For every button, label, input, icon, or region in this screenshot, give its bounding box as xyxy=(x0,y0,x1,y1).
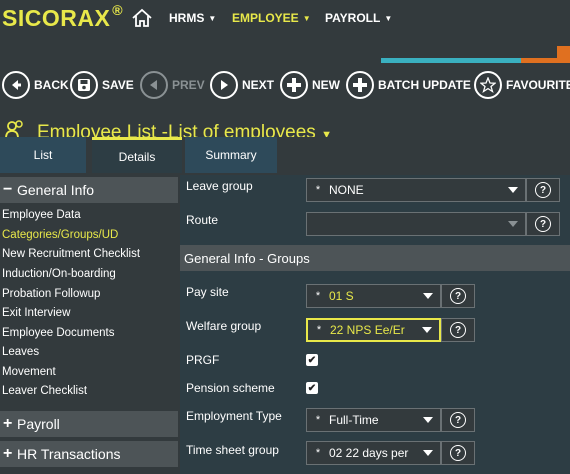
chevron-down-icon xyxy=(501,187,525,193)
back-button[interactable]: BACK xyxy=(2,66,69,104)
sidebar-item-probation-followup[interactable]: Probation Followup xyxy=(2,288,100,300)
tab-list[interactable]: List xyxy=(0,137,86,173)
sidebar-item-new-recruitment-checklist[interactable]: New Recruitment Checklist xyxy=(2,248,140,260)
accent-strip-orange-bar xyxy=(521,58,570,63)
help-icon: ? xyxy=(450,322,466,338)
leave-group-help-button[interactable]: ? xyxy=(526,178,560,202)
leave-group-label: Leave group xyxy=(186,179,253,193)
leave-group-select[interactable]: * NONE xyxy=(306,178,526,202)
help-icon: ? xyxy=(450,445,466,461)
pay-site-label: Pay site xyxy=(186,285,229,299)
help-icon: ? xyxy=(535,216,551,232)
route-label: Route xyxy=(186,213,219,227)
next-button[interactable]: NEXT xyxy=(210,66,274,104)
arrow-prev-icon xyxy=(140,71,168,99)
details-form: Leave group * NONE ? Route ? General Inf… xyxy=(180,175,570,474)
route-select[interactable] xyxy=(306,212,526,236)
save-icon xyxy=(70,71,98,99)
chevron-down-icon xyxy=(416,417,440,423)
prgf-checkbox[interactable]: ✔ xyxy=(306,354,318,366)
home-icon[interactable] xyxy=(131,8,153,28)
route-help-button[interactable]: ? xyxy=(526,212,560,236)
minus-icon: − xyxy=(3,181,13,198)
help-icon: ? xyxy=(450,412,466,428)
page-title: Employee List -List of employees ▼ xyxy=(4,115,570,137)
nav-hrms[interactable]: HRMS ▼ xyxy=(169,11,216,25)
plus-icon: + xyxy=(3,415,13,432)
tab-details[interactable]: Details xyxy=(92,137,182,173)
chevron-down-icon xyxy=(415,327,439,333)
app-logo[interactable]: SICORAX ® xyxy=(2,2,123,32)
sidebar-item-employee-documents[interactable]: Employee Documents xyxy=(2,327,115,339)
sidebar-item-induction[interactable]: Induction/On-boarding xyxy=(2,268,116,280)
arrow-left-icon xyxy=(2,71,30,99)
welfare-group-help-button[interactable]: ? xyxy=(441,318,475,342)
chevron-down-icon xyxy=(416,450,440,456)
chevron-down-icon: ▼ xyxy=(302,14,311,23)
star-icon xyxy=(474,71,502,99)
time-sheet-group-label: Time sheet group xyxy=(186,443,279,457)
chevron-down-icon xyxy=(416,293,440,299)
top-bar: SICORAX ® HRMS ▼ EMPLOYEE ▼ PAYROLL ▼ xyxy=(0,0,570,36)
page-title-text[interactable]: Employee List -List of employees ▼ xyxy=(37,122,332,137)
users-icon xyxy=(5,120,23,137)
nav-employee[interactable]: EMPLOYEE ▼ xyxy=(232,11,311,25)
new-button[interactable]: NEW xyxy=(280,66,340,104)
chevron-down-icon xyxy=(501,221,525,227)
help-icon: ? xyxy=(535,182,551,198)
nav-payroll[interactable]: PAYROLL ▼ xyxy=(325,11,392,25)
sidebar-item-leaves[interactable]: Leaves xyxy=(2,346,39,358)
sidebar-item-exit-interview[interactable]: Exit Interview xyxy=(2,307,70,319)
sidebar-item-leaver-checklist[interactable]: Leaver Checklist xyxy=(2,385,87,397)
plus-icon xyxy=(346,71,374,99)
sidebar-item-movement[interactable]: Movement xyxy=(2,366,56,378)
toolbar: BACK SAVE PREV NEXT NEW BATCH UPDATE FAV… xyxy=(0,66,570,104)
sidebar-section-payroll[interactable]: + Payroll xyxy=(0,411,178,437)
favourite-button[interactable]: FAVOURITE xyxy=(474,66,570,104)
prev-button[interactable]: PREV xyxy=(140,66,205,104)
pay-site-select[interactable]: * 01 S xyxy=(306,284,441,308)
pension-scheme-label: Pension scheme xyxy=(186,381,275,395)
section-general-info-groups: General Info - Groups xyxy=(180,245,570,271)
welfare-group-label: Welfare group xyxy=(186,319,262,333)
sidebar-item-categories-groups[interactable]: Categories/Groups/UD xyxy=(2,229,118,241)
chevron-down-icon: ▼ xyxy=(384,14,393,23)
time-sheet-group-help-button[interactable]: ? xyxy=(441,441,475,465)
sidebar-item-employee-data[interactable]: Employee Data xyxy=(2,209,81,221)
save-button[interactable]: SAVE xyxy=(70,66,134,104)
welfare-group-select[interactable]: * 22 NPS Ee/Er xyxy=(306,318,441,342)
plus-icon: + xyxy=(3,445,13,462)
employment-type-help-button[interactable]: ? xyxy=(441,408,475,432)
arrow-next-icon xyxy=(210,71,238,99)
tab-bar: List Details Summary xyxy=(0,137,570,173)
tab-summary[interactable]: Summary xyxy=(185,137,277,173)
employment-type-label: Employment Type xyxy=(186,409,282,423)
plus-icon xyxy=(280,71,308,99)
employment-type-select[interactable]: * Full-Time xyxy=(306,408,441,432)
sidebar-section-hr-transactions[interactable]: + HR Transactions xyxy=(0,441,178,467)
batch-update-button[interactable]: BATCH UPDATE xyxy=(346,66,471,104)
accent-strip-teal xyxy=(381,58,521,63)
sidebar-section-general-info[interactable]: − General Info xyxy=(0,177,178,203)
prgf-label: PRGF xyxy=(186,353,220,367)
time-sheet-group-select[interactable]: * 02 22 days per xyxy=(306,441,441,465)
pay-site-help-button[interactable]: ? xyxy=(441,284,475,308)
help-icon: ? xyxy=(450,288,466,304)
sidebar: − General Info Employee Data Categories/… xyxy=(0,175,178,474)
chevron-down-icon: ▼ xyxy=(208,14,217,23)
pension-scheme-checkbox[interactable]: ✔ xyxy=(306,382,318,394)
